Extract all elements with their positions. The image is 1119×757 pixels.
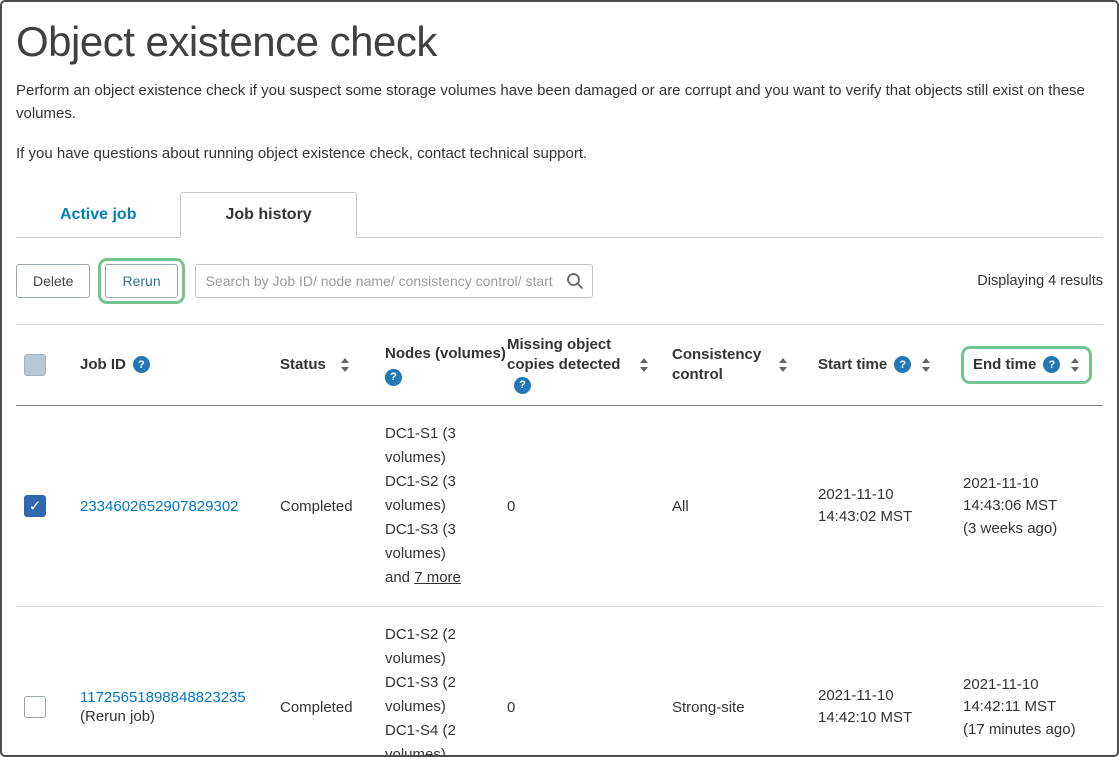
- node-entry: DC1-S4 (2 volumes): [385, 719, 491, 757]
- table-header-row: ✓ Job ID ? Status: [16, 324, 1103, 406]
- column-header-start-time: Start time ?: [810, 324, 955, 406]
- node-entry: DC1-S2 (2 volumes): [385, 623, 491, 671]
- search-input[interactable]: [195, 264, 593, 298]
- page-title: Object existence check: [16, 18, 1103, 66]
- nodes-more-line: and 7 more: [385, 566, 491, 590]
- consistency-cell: All: [664, 406, 810, 607]
- table-row: ✓ 11725651898848823235 (Rerun job) Compl…: [16, 607, 1103, 757]
- end-time-relative: (3 weeks ago): [963, 518, 1081, 541]
- status-cell: Completed: [272, 607, 377, 757]
- tab-bar: Active job Job history: [16, 192, 1103, 238]
- delete-button[interactable]: Delete: [16, 264, 90, 298]
- help-icon[interactable]: ?: [514, 377, 531, 394]
- results-count: Displaying 4 results: [977, 273, 1103, 289]
- column-header-status: Status: [272, 324, 377, 406]
- end-time-cell: 2021-11-10 14:42:11 MST (17 minutes ago): [955, 607, 1103, 757]
- column-header-missing: Missing object copies detected?: [499, 324, 664, 406]
- consistency-cell: Strong-site: [664, 607, 810, 757]
- end-time-relative: (17 minutes ago): [963, 719, 1081, 742]
- column-header-job-id: Job ID ?: [72, 324, 272, 406]
- end-time-highlight-ring: End time ?: [961, 346, 1092, 384]
- page: Object existence check Perform an object…: [0, 0, 1119, 757]
- search-icon[interactable]: [566, 272, 584, 290]
- description-2: If you have questions about running obje…: [16, 143, 1091, 166]
- rerun-highlight-ring: Rerun: [98, 258, 184, 304]
- help-icon[interactable]: ?: [894, 356, 911, 373]
- description-1: Perform an object existence check if you…: [16, 80, 1091, 125]
- rerun-button[interactable]: Rerun: [105, 264, 177, 298]
- row-checkbox[interactable]: ✓: [24, 696, 46, 718]
- start-time-cell: 2021-11-10 14:43:02 MST: [810, 406, 955, 607]
- search-box: [195, 264, 593, 298]
- job-id-link[interactable]: 2334602652907829302: [80, 498, 239, 515]
- sort-icon[interactable]: [778, 357, 788, 373]
- help-icon[interactable]: ?: [133, 356, 150, 373]
- node-entry: DC1-S3 (3 volumes): [385, 518, 491, 566]
- row-checkbox[interactable]: ✓: [24, 495, 46, 517]
- tab-active-job[interactable]: Active job: [16, 193, 180, 237]
- column-header-nodes: Nodes (volumes) ?: [377, 324, 499, 406]
- missing-copies-cell: 0: [499, 406, 664, 607]
- column-header-consistency: Consistency control: [664, 324, 810, 406]
- node-entry: DC1-S2 (3 volumes): [385, 470, 491, 518]
- sort-icon[interactable]: [921, 357, 931, 373]
- end-time-cell: 2021-11-10 14:43:06 MST (3 weeks ago): [955, 406, 1103, 607]
- column-header-end-time: End time ?: [955, 324, 1103, 406]
- help-icon[interactable]: ?: [385, 369, 402, 386]
- check-icon: ✓: [29, 499, 42, 514]
- help-icon[interactable]: ?: [1043, 356, 1060, 373]
- more-nodes-link[interactable]: 7 more: [414, 569, 461, 586]
- node-entry: DC1-S1 (3 volumes): [385, 422, 491, 470]
- toolbar: Delete Rerun Displaying 4 results: [16, 258, 1103, 304]
- select-all-checkbox[interactable]: ✓: [24, 354, 46, 376]
- nodes-cell: DC1-S2 (2 volumes) DC1-S3 (2 volumes) DC…: [377, 607, 499, 757]
- sort-icon[interactable]: [1070, 357, 1080, 373]
- node-entry: DC1-S3 (2 volumes): [385, 671, 491, 719]
- status-cell: Completed: [272, 406, 377, 607]
- table-row: ✓ 2334602652907829302 Completed DC1-S1 (…: [16, 406, 1103, 607]
- sort-icon[interactable]: [340, 357, 350, 373]
- tab-job-history[interactable]: Job history: [180, 192, 356, 238]
- nodes-cell: DC1-S1 (3 volumes) DC1-S2 (3 volumes) DC…: [377, 406, 499, 607]
- start-time-cell: 2021-11-10 14:42:10 MST: [810, 607, 955, 757]
- job-note: (Rerun job): [80, 708, 264, 725]
- sort-icon[interactable]: [639, 357, 649, 373]
- job-history-table: ✓ Job ID ? Status: [16, 324, 1103, 757]
- missing-copies-cell: 0: [499, 607, 664, 757]
- job-id-link[interactable]: 11725651898848823235: [80, 689, 246, 706]
